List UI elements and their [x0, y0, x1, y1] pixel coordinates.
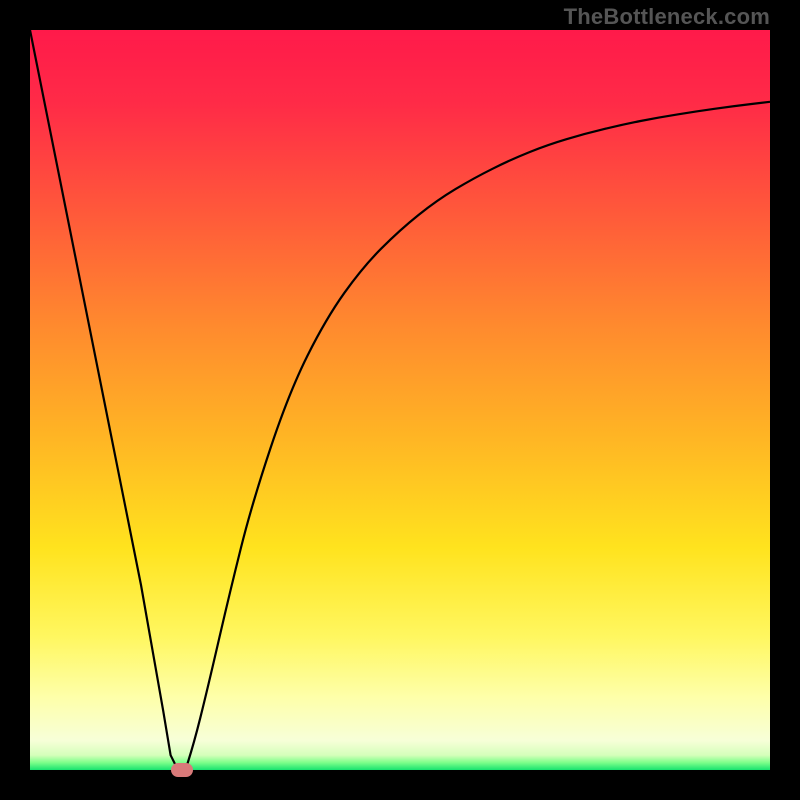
chart-frame: TheBottleneck.com [0, 0, 800, 800]
curve-left [30, 30, 178, 770]
curve-right [185, 102, 770, 770]
minimum-marker [171, 763, 193, 777]
watermark-text: TheBottleneck.com [564, 4, 770, 30]
plot-area [30, 30, 770, 770]
bottleneck-curve [30, 30, 770, 770]
